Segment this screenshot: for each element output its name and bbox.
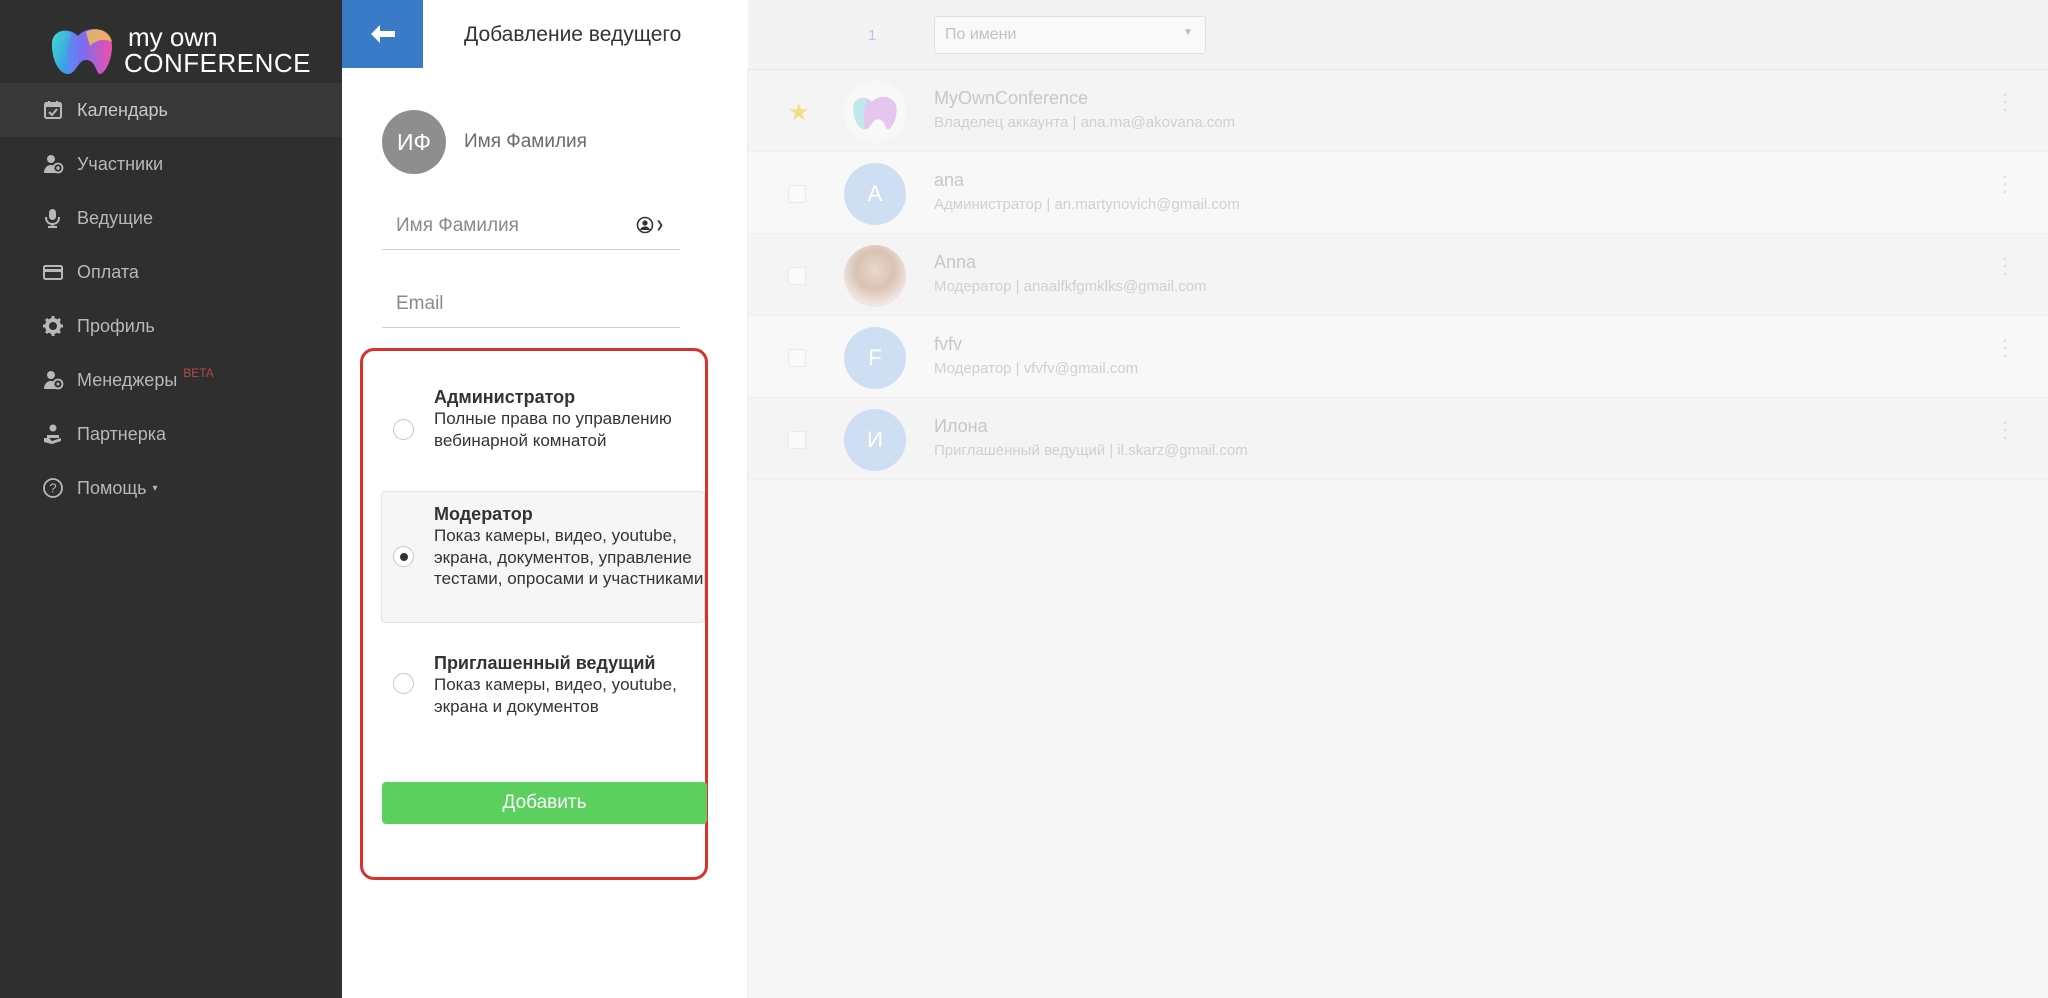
sidebar-item-help[interactable]: ? Помощь ▾ — [0, 461, 342, 515]
brand-logo[interactable]: my own CONFERENCE — [46, 20, 311, 80]
list-item[interactable]: И Илона Приглашенный ведущий | il.skarz@… — [748, 398, 2048, 480]
sidebar-item-participants[interactable]: Участники — [0, 137, 342, 191]
list-item-subtitle: Администратор | an.martynovich@gmail.com — [934, 196, 1240, 213]
brand-line1: my own — [128, 22, 218, 52]
sort-select[interactable]: По имени ▼ — [934, 16, 1206, 54]
avatar: И — [844, 409, 906, 471]
logo-mark-icon — [52, 29, 112, 74]
list-item[interactable]: A ana Администратор | an.martynovich@gma… — [748, 152, 2048, 234]
sidebar-item-label: Ведущие — [77, 207, 153, 228]
sidebar-item-calendar[interactable]: Календарь — [0, 83, 342, 137]
sidebar-nav: Календарь Участники Ведущие Оплата Профи… — [0, 83, 342, 515]
card-icon — [42, 261, 64, 283]
role-title: Приглашенный ведущий — [434, 653, 656, 673]
add-button[interactable]: Добавить — [382, 782, 707, 824]
sidebar-item-managers[interactable]: Менеджеры BETA — [0, 353, 342, 407]
more-vertical-icon[interactable]: ⋮ — [1994, 419, 2016, 441]
avatar: A — [844, 163, 906, 225]
sidebar-item-payment[interactable]: Оплата — [0, 245, 342, 299]
sidebar-item-partner[interactable]: Партнерка — [0, 407, 342, 461]
list-item-name: fvfv — [934, 334, 963, 354]
sort-select-value: По имени — [945, 26, 1017, 43]
avatar: ИФ — [382, 110, 446, 174]
avatar — [844, 245, 906, 307]
list-item-name: Илона — [934, 416, 988, 436]
sidebar-item-label: Календарь — [77, 99, 168, 120]
list-item-subtitle: Модератор | anaalfkfgmklks@gmail.com — [934, 278, 1207, 295]
list-item[interactable]: Anna Модератор | anaalfkfgmklks@gmail.co… — [748, 234, 2048, 316]
dropdown-arrow-icon: ▼ — [1183, 27, 1193, 38]
row-checkbox[interactable] — [788, 185, 806, 203]
presenter-preview: ИФ Имя Фамилия — [382, 110, 587, 174]
list-item-subtitle: Владелец аккаунта | ana.ma@akovana.com — [934, 114, 1236, 131]
presenters-list: ★ MyOwnConference Владелец аккаунта | an… — [748, 70, 2048, 480]
back-button[interactable] — [342, 0, 423, 68]
row-checkbox[interactable] — [788, 431, 806, 449]
beta-badge: BETA — [183, 366, 214, 380]
managers-icon — [42, 369, 64, 391]
list-item-subtitle: Приглашенный ведущий | il.skarz@gmail.co… — [934, 442, 1248, 459]
name-field: ❯ — [382, 204, 680, 250]
role-option-guest-presenter[interactable]: Приглашенный ведущий Показ камеры, видео… — [381, 651, 705, 721]
brand-line2: CONFERENCE — [124, 48, 312, 78]
role-option-administrator[interactable]: Администратор Полные права по управлению… — [381, 385, 705, 465]
email-input[interactable] — [382, 282, 680, 326]
more-vertical-icon[interactable]: ⋮ — [1994, 173, 2016, 195]
radio-administrator[interactable] — [393, 419, 414, 440]
logo-mark-icon — [853, 96, 897, 130]
list-item[interactable]: F fvfv Модератор | vfvfv@gmail.com ⋮ — [748, 316, 2048, 398]
user-circle-icon — [636, 216, 653, 234]
calendar-icon — [42, 99, 64, 121]
user-picker-button[interactable]: ❯ — [636, 216, 664, 234]
list-item-name: Anna — [934, 252, 977, 272]
more-vertical-icon[interactable]: ⋮ — [1994, 255, 2016, 277]
svg-text:?: ? — [49, 481, 56, 496]
more-vertical-icon[interactable]: ⋮ — [1994, 91, 2016, 113]
row-checkbox[interactable] — [788, 267, 806, 285]
list-item[interactable]: ★ MyOwnConference Владелец аккаунта | an… — [748, 70, 2048, 152]
role-title: Администратор — [434, 387, 576, 407]
sidebar-item-label: Участники — [77, 153, 163, 174]
list-item-subtitle: Модератор | vfvfv@gmail.com — [934, 360, 1139, 377]
participants-icon — [42, 153, 64, 175]
panel-title: Добавление ведущего — [464, 23, 682, 46]
email-field — [382, 282, 680, 328]
row-checkbox[interactable] — [788, 349, 806, 367]
sidebar-item-label: Менеджеры — [77, 369, 178, 390]
sidebar: my own CONFERENCE Календарь Участники Ве… — [0, 0, 342, 998]
star-icon: ★ — [788, 99, 810, 126]
sidebar-item-label: Оплата — [77, 261, 139, 282]
role-option-moderator[interactable]: Модератор Показ камеры, видео, youtube, … — [381, 491, 705, 623]
sidebar-item-label: Партнерка — [77, 423, 167, 444]
brand-text: my own CONFERENCE — [124, 24, 311, 76]
radio-moderator[interactable] — [393, 546, 414, 567]
radio-guest-presenter[interactable] — [393, 673, 414, 694]
avatar: F — [844, 327, 906, 389]
list-item-name: MyOwnConference — [934, 88, 1089, 108]
more-vertical-icon[interactable]: ⋮ — [1994, 337, 2016, 359]
sidebar-item-label: Помощь — [77, 477, 147, 498]
panel-header: Добавление ведущего — [342, 0, 748, 68]
arrow-left-icon — [370, 25, 395, 43]
role-title: Модератор — [434, 504, 533, 524]
role-description: Полные права по управлению вебинарной ко… — [434, 409, 672, 450]
chevron-down-icon: ❯ — [655, 219, 664, 231]
sidebar-item-profile[interactable]: Профиль — [0, 299, 342, 353]
avatar — [844, 81, 906, 143]
list-item-name: ana — [934, 170, 965, 190]
chevron-down-icon: ▾ — [152, 482, 158, 494]
sidebar-item-presenters[interactable]: Ведущие — [0, 191, 342, 245]
role-description: Показ камеры, видео, youtube, экрана и д… — [434, 675, 677, 716]
presenter-icon — [42, 207, 64, 229]
help-icon: ? — [42, 477, 64, 499]
partner-icon — [42, 423, 64, 445]
pagination-current[interactable]: 1 — [868, 27, 876, 44]
preview-name: Имя Фамилия — [464, 131, 587, 152]
sidebar-item-label: Профиль — [77, 315, 155, 336]
role-description: Показ камеры, видео, youtube, экрана, до… — [434, 526, 704, 588]
gear-icon — [42, 315, 64, 337]
